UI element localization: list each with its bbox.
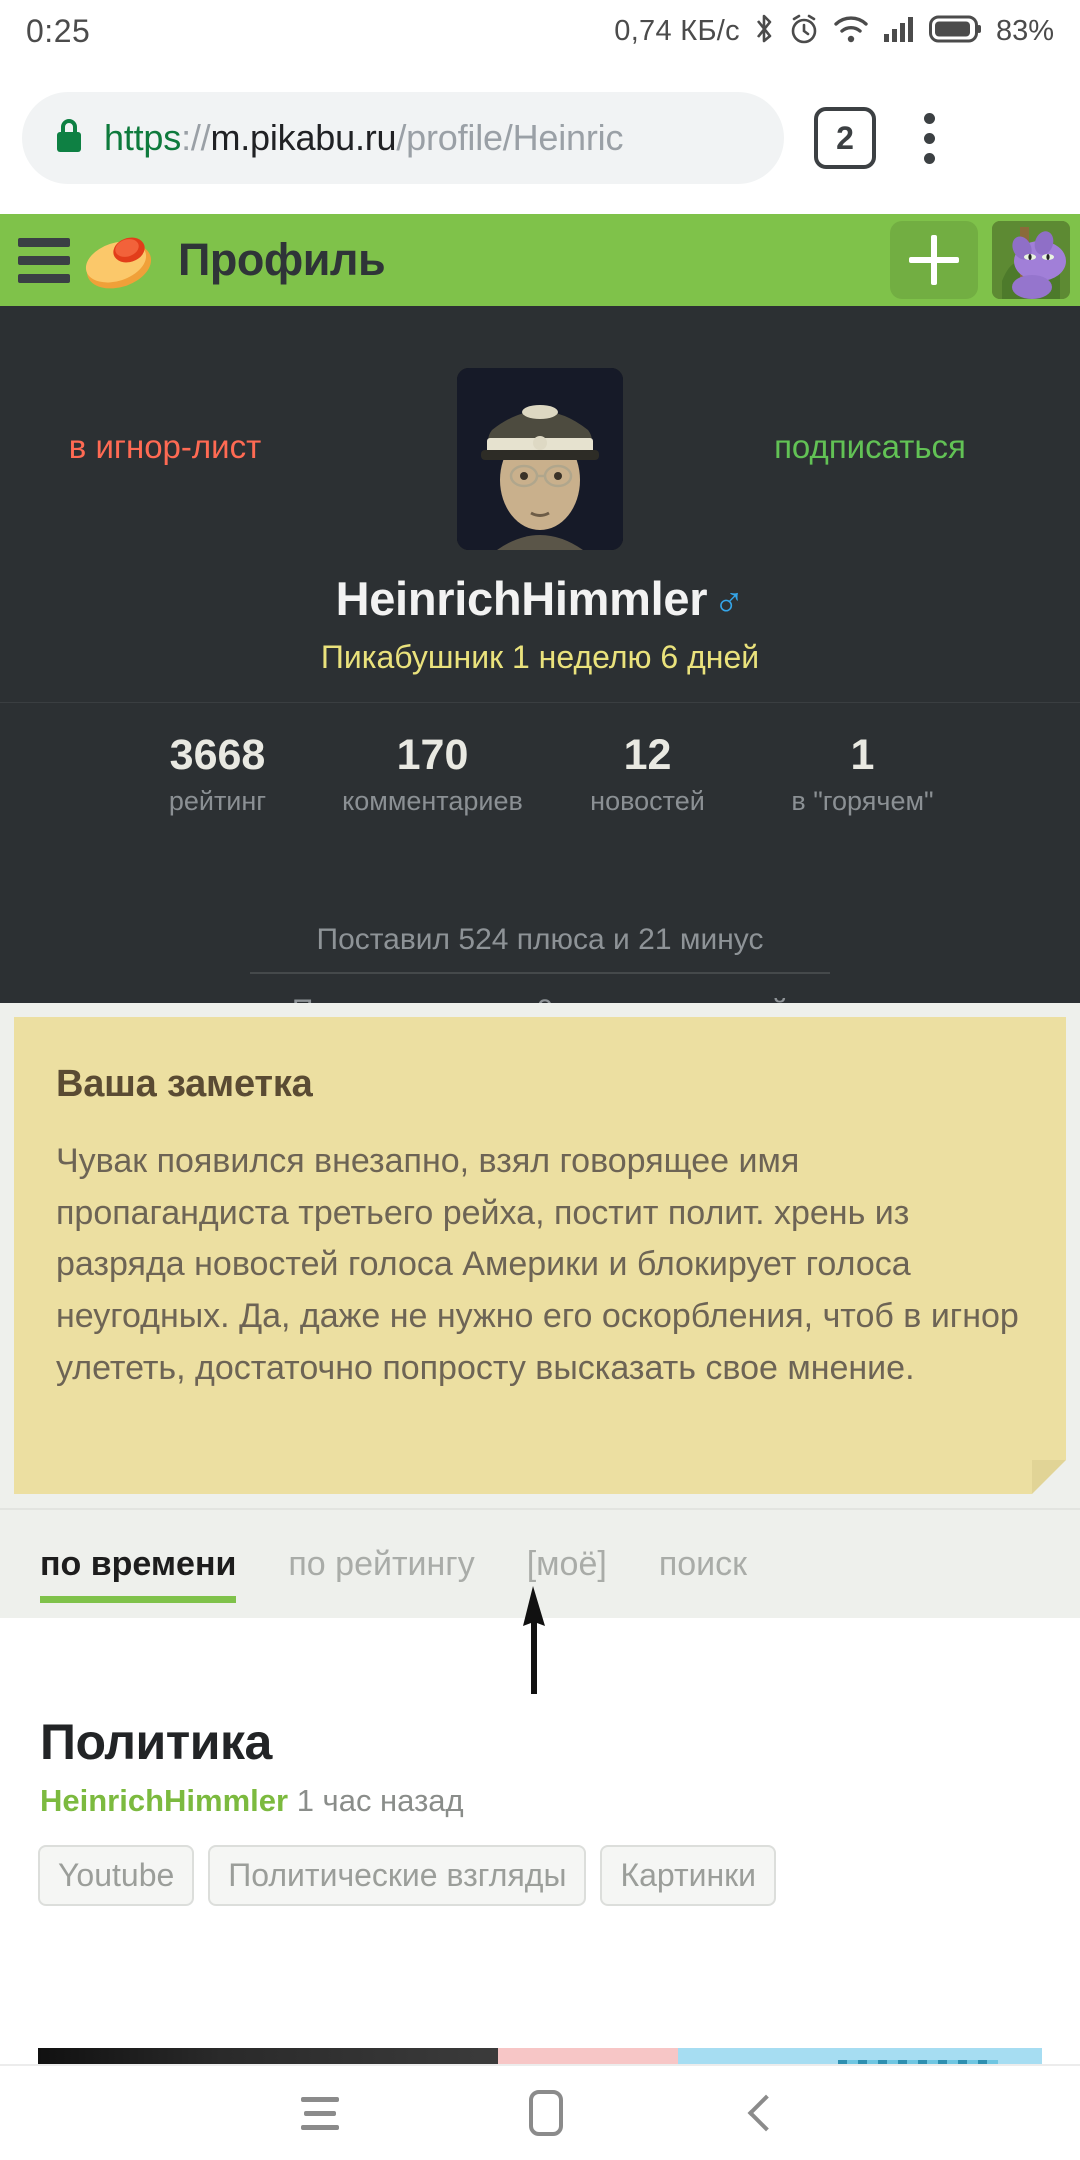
tag-youtube[interactable]: Youtube [38, 1845, 195, 1906]
stat-rating[interactable]: 3668 рейтинг [110, 731, 325, 817]
status-bar: 0:25 0,74 КБ/с 83% [0, 0, 1080, 62]
url-input[interactable]: https://m.pikabu.ru/profile/Heinric [22, 92, 784, 184]
stat-comments[interactable]: 170 комментариев [325, 731, 540, 817]
phone-screen: 0:25 0,74 КБ/с 83% https://m.pikabu.ru/p… [0, 0, 1080, 2160]
home-icon[interactable] [529, 2090, 563, 2136]
profile-header: в игнор-лист подписаться HeinrichHimmler… [0, 306, 1080, 1027]
stat-label: новостей [590, 786, 705, 817]
note-section: Ваша заметка Чувак появился внезапно, вз… [0, 1003, 1080, 1508]
bluetooth-icon [753, 12, 775, 51]
note-body: Чувак появился внезапно, взял говорящее … [56, 1142, 1019, 1387]
kebab-menu-icon[interactable] [894, 112, 964, 164]
page-title: Профиль [178, 234, 386, 285]
votes-divider [250, 972, 830, 974]
post-meta: HeinrichHimmler 1 час назад [40, 1783, 1080, 1819]
profile-divider [0, 702, 1080, 703]
stat-value: 3668 [169, 731, 266, 779]
post-feed: Политика HeinrichHimmler 1 час назад You… [0, 1586, 1080, 2118]
url-scheme: https [104, 117, 182, 158]
user-note-card[interactable]: Ваша заметка Чувак появился внезапно, вз… [14, 1017, 1066, 1494]
username-text: HeinrichHimmler [335, 572, 708, 625]
lock-icon [52, 116, 86, 161]
tag-political-views[interactable]: Политические взгляды [208, 1845, 587, 1906]
tab-search[interactable]: поиск [633, 1509, 773, 1619]
tab-by-time[interactable]: по времени [40, 1509, 262, 1619]
votes-given-text: Поставил 524 плюса и 21 минус [316, 923, 764, 956]
profile-top: в игнор-лист подписаться [0, 306, 1080, 550]
android-nav-bar [0, 2064, 1080, 2160]
profile-username: HeinrichHimmler ♂ [0, 571, 1080, 626]
status-indicators: 0,74 КБ/с 83% [614, 12, 1054, 51]
profile-avatar[interactable] [457, 368, 623, 550]
post-time: 1 час назад [296, 1783, 464, 1818]
tab-count-button[interactable]: 2 [814, 107, 876, 169]
hamburger-menu-icon[interactable] [14, 237, 74, 283]
app-header: Профиль [0, 214, 1080, 306]
profile-tenure: Пикабушник 1 неделю 6 дней [320, 639, 760, 675]
ignore-list-button[interactable]: в игнор-лист [0, 428, 330, 466]
stat-value: 170 [396, 731, 469, 779]
pikabu-logo-icon[interactable] [80, 226, 158, 294]
tab-by-rating[interactable]: по рейтингу [262, 1509, 500, 1619]
network-speed-label: 0,74 КБ/с [614, 14, 740, 47]
stat-value: 12 [623, 731, 672, 779]
cellular-signal-icon [882, 14, 916, 49]
add-post-button[interactable] [890, 221, 978, 299]
stat-value: 1 [850, 731, 875, 779]
profile-stats: 3668 рейтинг 170 комментариев 12 новосте… [110, 731, 970, 817]
post-tags: Youtube Политические взгляды Картинки [38, 1845, 1080, 1906]
stat-label: рейтинг [168, 786, 267, 817]
post-author-link[interactable]: HeinrichHimmler [40, 1783, 288, 1818]
stat-label: в "горячем" [791, 786, 934, 817]
stat-posts[interactable]: 12 новостей [540, 731, 755, 817]
stat-hot[interactable]: 1 в "горячем" [755, 731, 970, 817]
browser-toolbar: https://m.pikabu.ru/profile/Heinric 2 [0, 62, 1080, 214]
mouse-cursor-icon [515, 1586, 555, 1699]
recents-icon[interactable] [301, 2096, 339, 2130]
note-fold-corner-icon [1032, 1460, 1066, 1494]
gender-icon: ♂ [713, 577, 745, 624]
back-icon[interactable] [747, 2094, 785, 2132]
status-time: 0:25 [26, 12, 91, 49]
note-title: Ваша заметка [56, 1063, 313, 1105]
url-host: m.pikabu.ru [210, 117, 397, 158]
post-title[interactable]: Политика [40, 1713, 1080, 1771]
url-separator: :// [181, 117, 211, 158]
alarm-icon [788, 12, 820, 51]
stat-label: комментариев [342, 786, 523, 817]
url-path: /profile/Heinric [396, 117, 624, 158]
battery-icon [928, 14, 981, 49]
subscribe-button[interactable]: подписаться [700, 428, 1040, 466]
url-text: https://m.pikabu.ru/profile/Heinric [104, 117, 623, 159]
avatar[interactable] [992, 221, 1070, 299]
wifi-icon [833, 14, 869, 49]
battery-percent-label: 83% [995, 14, 1054, 47]
tag-pictures[interactable]: Картинки [600, 1845, 777, 1906]
